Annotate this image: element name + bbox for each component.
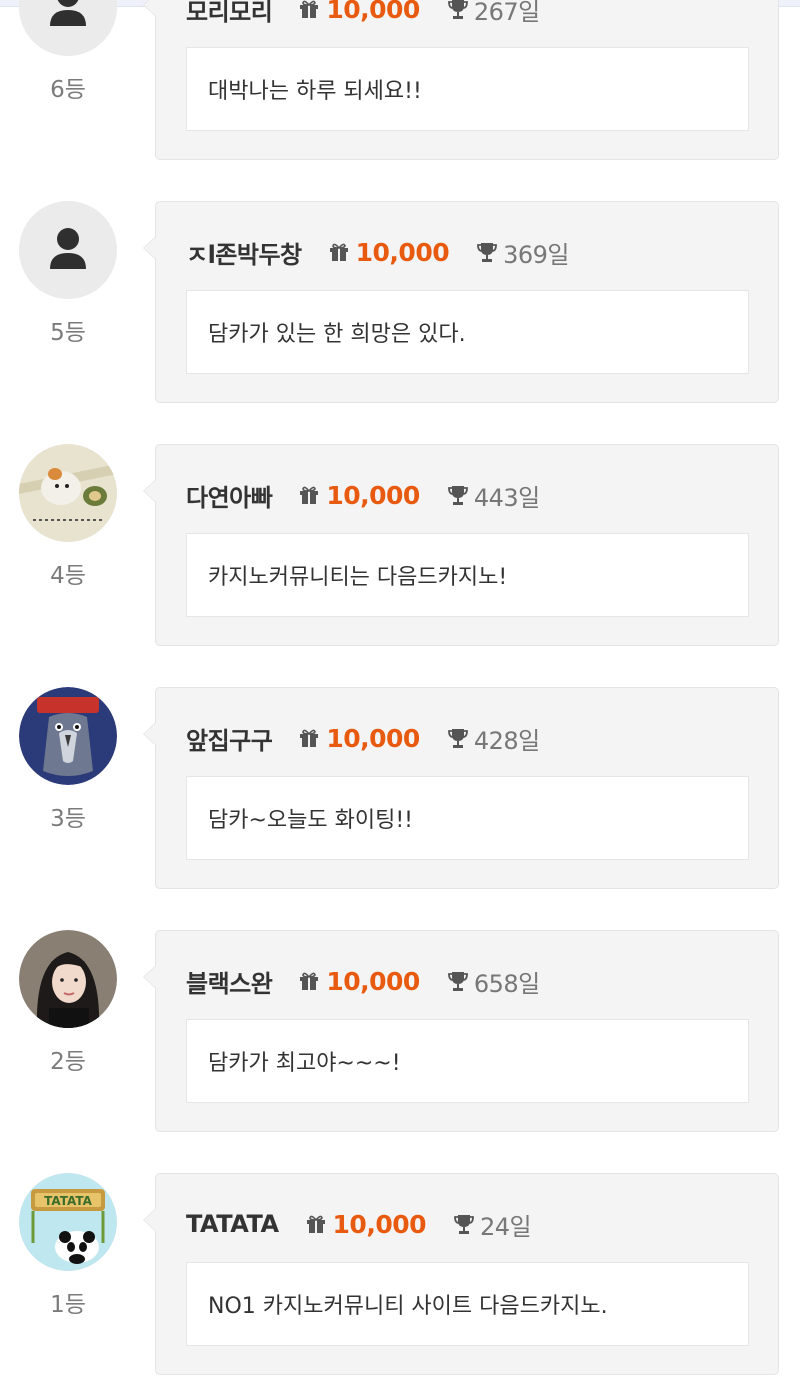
trophy-icon: [447, 486, 468, 505]
tatata-panda-photo: TATATA: [19, 1173, 117, 1271]
person-icon: [19, 0, 117, 56]
gift-icon: [329, 243, 348, 261]
rank-label: 6등: [50, 77, 86, 103]
comment-bubble: ㅈl존박두창 10,000 369일 담카가 있는 한 희망은 있다.: [143, 201, 779, 403]
rank-label: 1등: [50, 1292, 86, 1318]
points-value: 10,000: [326, 480, 420, 510]
comment-bubble: TATATA 10,000 24일 NO1 카지노커뮤니티 사이트 다음드카지노…: [143, 1173, 779, 1375]
list-item: 3등 앞집구구 10,000 428일 담카~오늘도 화이팅!!: [0, 687, 800, 893]
list-item: 4등 다연아빠 10,000 443일 카지노커뮤니티는 다음드카지노!: [0, 444, 800, 650]
trophy-icon: [477, 243, 498, 262]
rank-label: 5등: [50, 320, 86, 346]
pigeon-photo: [19, 687, 117, 785]
days-count: 428일: [473, 726, 540, 755]
comment-message: 카지노커뮤니티는 다음드카지노!: [186, 533, 749, 617]
svg-text:TATATA: TATATA: [44, 1194, 92, 1208]
username[interactable]: 블랙스완: [186, 964, 273, 999]
points-value: 10,000: [332, 1209, 427, 1239]
trophy-icon: [447, 972, 468, 991]
gift-icon: [300, 729, 319, 747]
points-value: 10,000: [326, 0, 420, 24]
comment-bubble: 다연아빠 10,000 443일 카지노커뮤니티는 다음드카지노!: [143, 444, 779, 646]
list-item: TATATA 1등 TATATA 10,000 24일 NO1 카지노커뮤니티 …: [0, 1173, 800, 1379]
woman-photo: [19, 930, 117, 1028]
username[interactable]: ㅈl존박두창: [186, 235, 302, 270]
gift-icon: [300, 486, 319, 504]
avatar[interactable]: [19, 201, 117, 299]
username[interactable]: 앞집구구: [186, 721, 273, 756]
rank-label: 4등: [50, 563, 86, 589]
comment-bubble: 블랙스완 10,000 658일 담카가 최고야~~~!: [143, 930, 779, 1132]
points-value: 10,000: [326, 723, 420, 753]
avatar[interactable]: [19, 687, 117, 785]
username[interactable]: 모리모리: [186, 0, 273, 27]
list-item: 6등 모리모리 10,000 267일 대박나는 하루 되세요!!: [0, 0, 800, 164]
gift-icon: [306, 1215, 325, 1233]
comment-message: 담카가 최고야~~~!: [186, 1019, 749, 1103]
list-item: 2등 블랙스완 10,000 658일 담카가 최고야~~~!: [0, 930, 800, 1136]
comment-bubble: 앞집구구 10,000 428일 담카~오늘도 화이팅!!: [143, 687, 779, 889]
username[interactable]: 다연아빠: [186, 478, 273, 513]
days-count: 267일: [473, 0, 540, 26]
days-count: 443일: [473, 483, 540, 512]
avatar[interactable]: [19, 0, 117, 56]
days-count: 369일: [503, 240, 570, 269]
comment-message: 담카~오늘도 화이팅!!: [186, 776, 749, 860]
gift-icon: [300, 0, 319, 18]
list-item: 5등 ㅈl존박두창 10,000 369일 담카가 있는 한 희망은 있다.: [0, 201, 800, 407]
avatar[interactable]: [19, 444, 117, 542]
comment-message: NO1 카지노커뮤니티 사이트 다음드카지노.: [186, 1262, 749, 1346]
avatar[interactable]: [19, 930, 117, 1028]
points-value: 10,000: [326, 966, 420, 996]
days-count: 658일: [473, 969, 540, 998]
comment-message: 대박나는 하루 되세요!!: [186, 47, 749, 131]
rank-label: 2등: [50, 1049, 86, 1075]
rank-label: 3등: [50, 806, 86, 832]
trophy-icon: [447, 729, 468, 748]
avatar[interactable]: TATATA: [19, 1173, 117, 1271]
trophy-icon: [454, 1215, 474, 1234]
comment-bubble: 모리모리 10,000 267일 대박나는 하루 되세요!!: [143, 0, 779, 160]
username[interactable]: TATATA: [186, 1210, 279, 1238]
trophy-icon: [447, 0, 468, 19]
gift-icon: [300, 972, 319, 990]
person-icon: [19, 201, 117, 299]
points-value: 10,000: [355, 237, 450, 267]
comment-message: 담카가 있는 한 희망은 있다.: [186, 290, 749, 374]
days-count: 24일: [480, 1212, 532, 1241]
hamster-photo: [19, 444, 117, 542]
